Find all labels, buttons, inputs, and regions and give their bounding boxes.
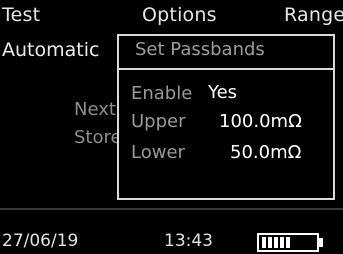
mode-label: Automatic <box>2 39 100 61</box>
battery-level <box>262 237 292 248</box>
upper-label: Upper <box>131 111 186 132</box>
battery-segment <box>262 237 266 248</box>
battery-segment <box>280 237 284 248</box>
lower-label: Lower <box>131 142 185 163</box>
time-readout: 13:43 <box>164 231 213 251</box>
menu-options[interactable]: Options <box>142 4 217 26</box>
menu-test[interactable]: Test <box>2 4 40 26</box>
dialog-title: Set Passbands <box>135 39 265 60</box>
date-readout: 27/06/19 <box>2 231 79 251</box>
battery-segment <box>268 237 272 248</box>
lower-value[interactable]: 50.0mΩ <box>230 142 301 163</box>
dialog-title-bar: Set Passbands <box>119 36 333 70</box>
store-label: Store <box>74 127 122 148</box>
battery-tip <box>319 238 323 247</box>
battery-segment <box>286 237 290 248</box>
next-label: Next <box>74 99 116 120</box>
status-divider <box>0 208 343 210</box>
enable-label: Enable <box>131 83 193 104</box>
enable-value[interactable]: Yes <box>208 82 237 103</box>
battery-segment <box>274 237 278 248</box>
upper-value[interactable]: 100.0mΩ <box>219 111 302 132</box>
menu-range[interactable]: Range <box>284 4 343 26</box>
set-passbands-dialog: Set Passbands Enable Yes Upper 100.0mΩ L… <box>117 34 335 200</box>
battery-icon <box>257 233 319 252</box>
